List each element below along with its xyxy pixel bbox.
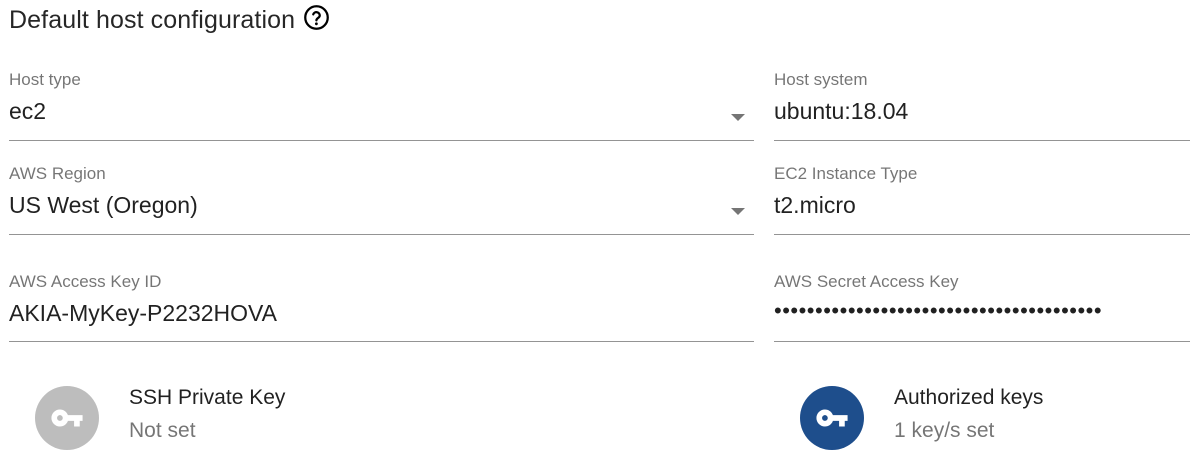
ec2-instance-type-field[interactable]: EC2 Instance Type t2.micro xyxy=(774,164,1190,235)
authorized-keys-avatar xyxy=(800,386,864,450)
aws-secret-access-key-label: AWS Secret Access Key xyxy=(774,272,959,291)
dropdown-arrow-icon[interactable] xyxy=(731,208,745,215)
authorized-keys-title: Authorized keys xyxy=(894,386,1044,409)
help-icon[interactable] xyxy=(303,4,330,31)
aws-region-select[interactable]: AWS Region US West (Oregon) xyxy=(9,164,754,235)
host-system-value: ubuntu:18.04 xyxy=(774,98,909,124)
host-system-field[interactable]: Host system ubuntu:18.04 xyxy=(774,70,1190,141)
aws-access-key-id-value: AKIA-MyKey-P2232HOVA xyxy=(9,300,278,326)
host-type-select[interactable]: Host type ec2 xyxy=(9,70,754,141)
ec2-instance-type-label: EC2 Instance Type xyxy=(774,164,918,183)
ec2-instance-type-value: t2.micro xyxy=(774,192,856,218)
authorized-keys-status: 1 key/s set xyxy=(894,419,995,442)
aws-access-key-id-label: AWS Access Key ID xyxy=(9,272,162,291)
authorized-keys-text: Authorized keys 1 key/s set xyxy=(894,386,1043,443)
section-title: Default host configuration xyxy=(9,6,296,34)
host-type-value: ec2 xyxy=(9,98,47,124)
authorized-keys-item[interactable]: Authorized keys 1 key/s set xyxy=(800,386,1043,450)
aws-region-value: US West (Oregon) xyxy=(9,192,198,218)
ssh-key-title: SSH Private Key xyxy=(129,386,286,409)
host-type-label: Host type xyxy=(9,70,81,89)
aws-access-key-id-field[interactable]: AWS Access Key ID AKIA-MyKey-P2232HOVA xyxy=(9,272,754,342)
dropdown-arrow-icon[interactable] xyxy=(731,114,745,121)
ssh-private-key-item[interactable]: SSH Private Key Not set xyxy=(35,386,285,450)
ssh-key-status: Not set xyxy=(129,419,196,442)
aws-secret-access-key-value: •••••••••••••••••••••••••••••••••••••••• xyxy=(774,298,1103,323)
aws-region-label: AWS Region xyxy=(9,164,106,183)
host-configuration-panel: Default host configuration Host type ec2… xyxy=(0,0,1190,451)
aws-secret-access-key-field[interactable]: AWS Secret Access Key ••••••••••••••••••… xyxy=(774,272,1190,342)
ssh-key-avatar xyxy=(35,386,99,450)
ssh-key-text: SSH Private Key Not set xyxy=(129,386,285,443)
vpn-key-icon xyxy=(816,409,848,427)
host-system-label: Host system xyxy=(774,70,868,89)
section-header: Default host configuration xyxy=(9,4,330,35)
vpn-key-icon xyxy=(51,409,83,427)
